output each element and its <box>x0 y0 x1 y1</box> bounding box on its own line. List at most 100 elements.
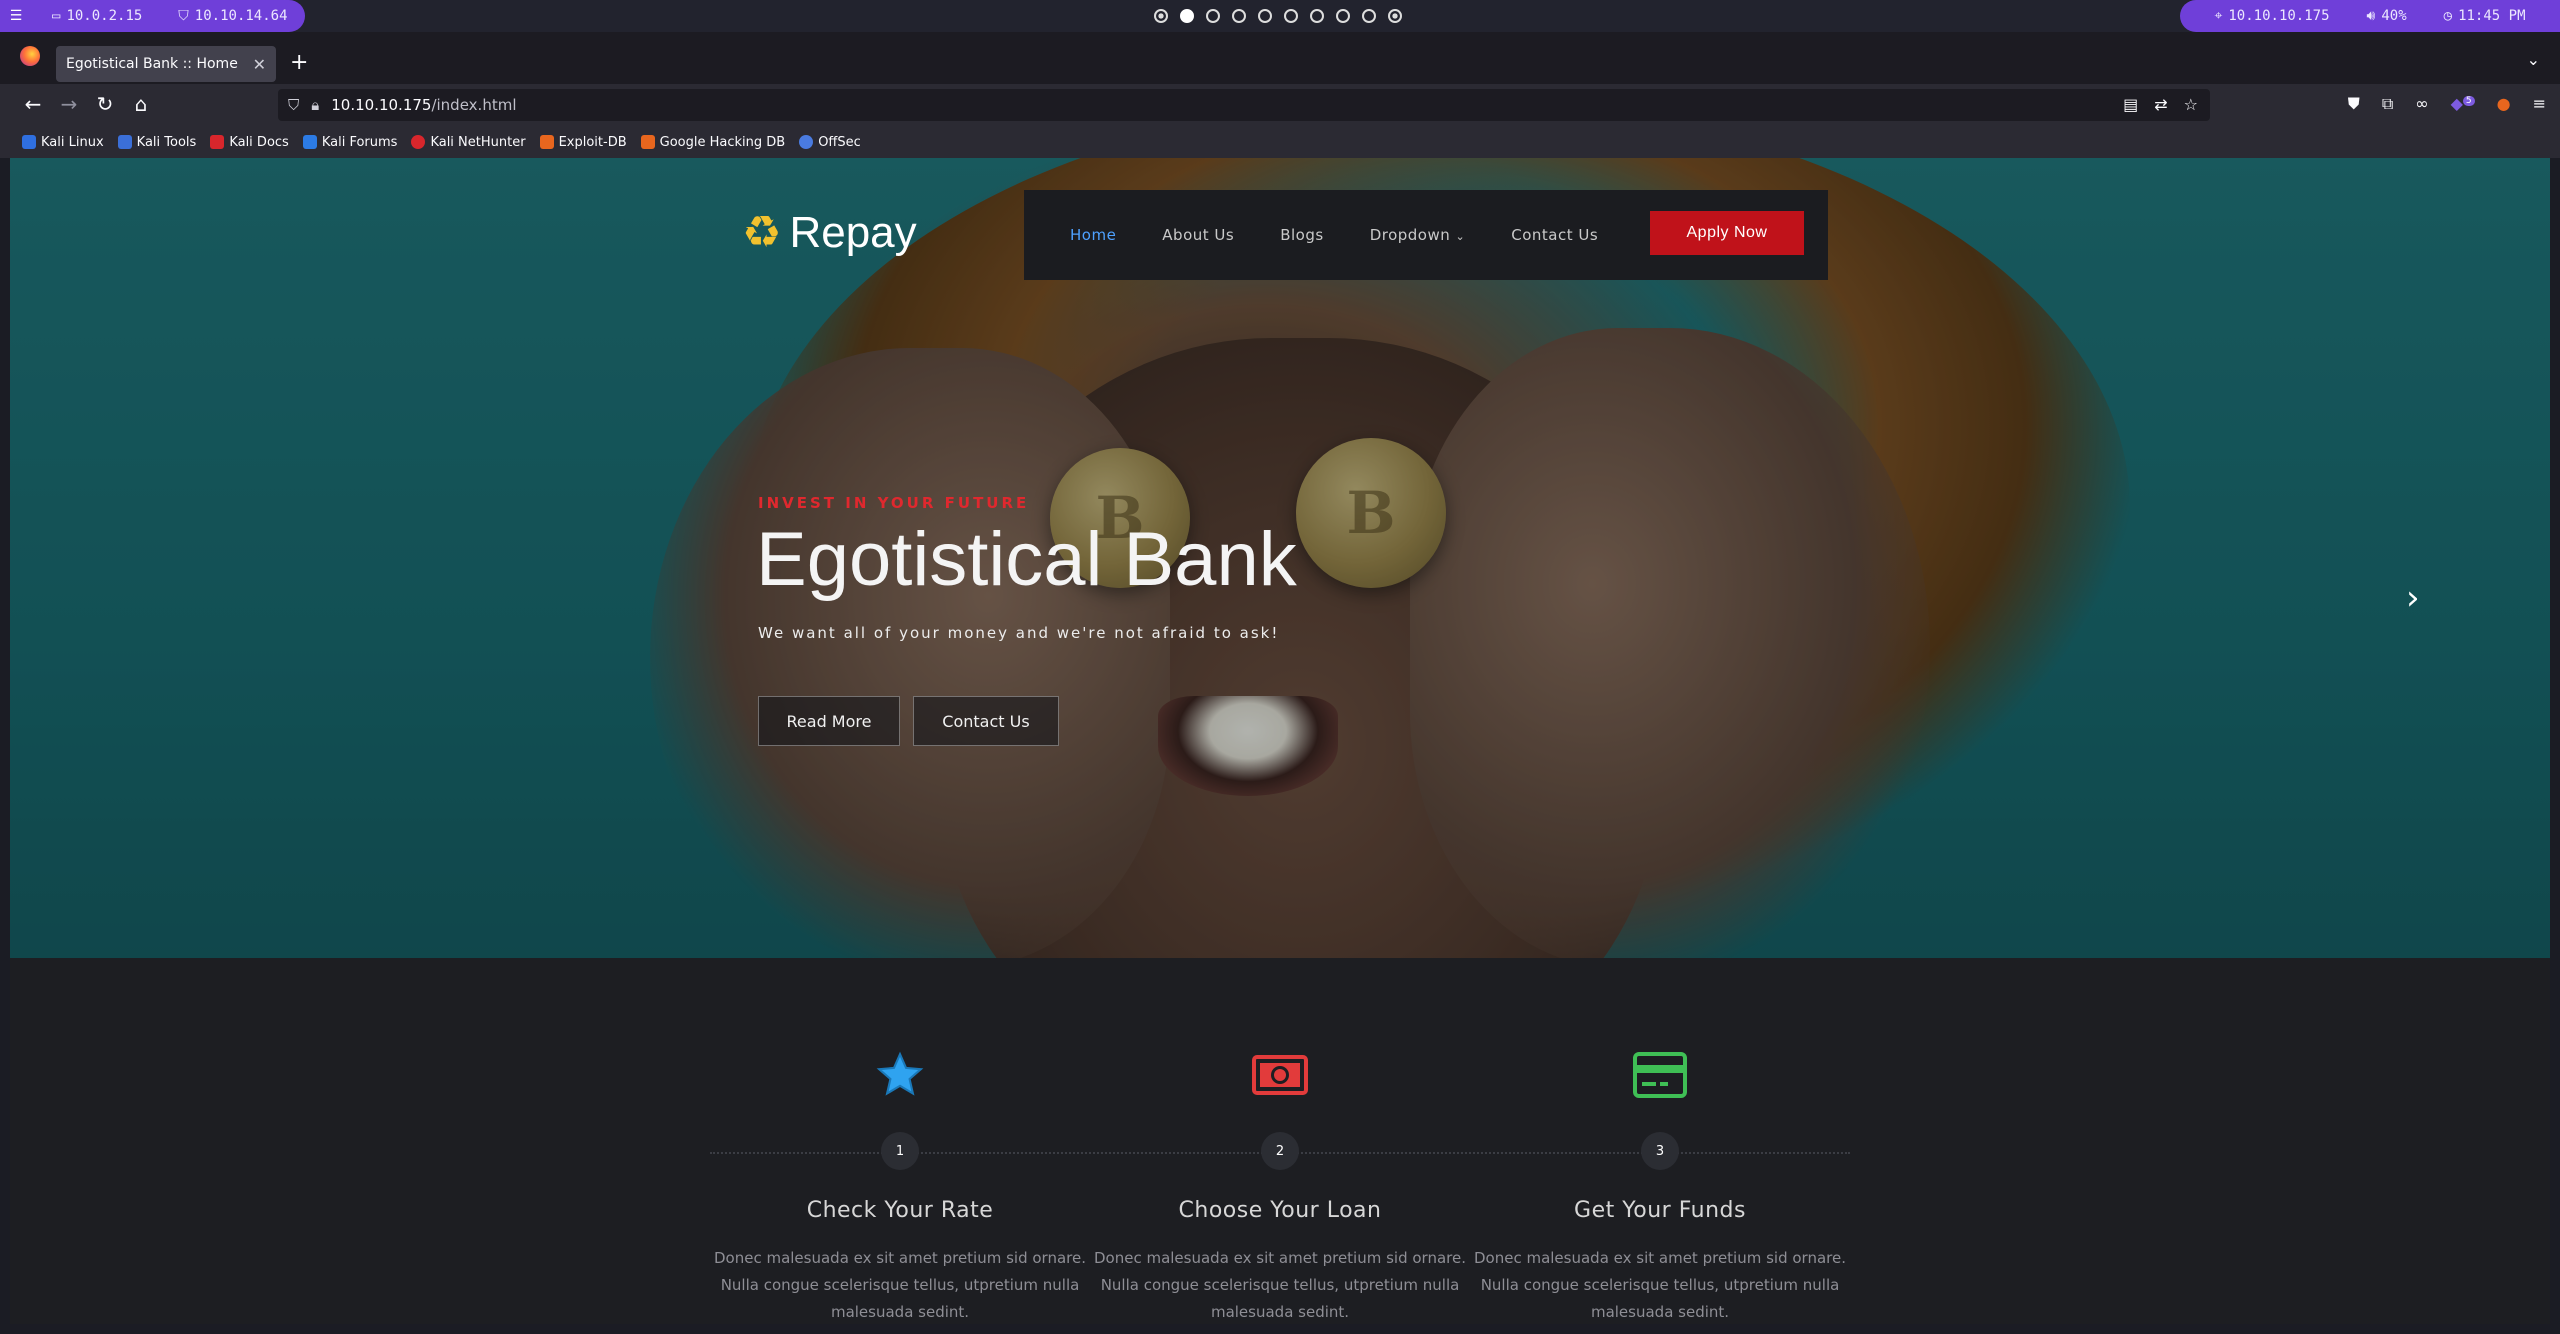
bookmark-kali-forums[interactable]: Kali Forums <box>302 135 397 150</box>
contact-us-button[interactable]: Contact Us <box>913 696 1059 746</box>
logo-text: Repay <box>789 208 917 257</box>
nav-about-us[interactable]: About Us <box>1162 226 1234 244</box>
workspace-3[interactable] <box>1206 9 1220 23</box>
workspace-switcher <box>1154 9 1402 23</box>
system-bar: ☰ ▭ 10.0.2.15 ⛉ 10.10.14.64 ⌖ 10.10.10.1… <box>0 0 2560 32</box>
extension-fox-icon[interactable]: ● <box>2497 94 2511 114</box>
step-title: Get Your Funds <box>1574 1198 1746 1223</box>
sys-clock: ◷ 11:45 PM <box>2443 8 2526 24</box>
nethunter-icon <box>411 135 426 149</box>
step-get-funds: 3 Get Your Funds Donec malesuada ex sit … <box>1470 1048 1850 1324</box>
bookmark-star-icon[interactable]: ☆ <box>2184 95 2198 114</box>
lock-icon[interactable]: 🔒︎ <box>311 96 319 114</box>
sys-ip-local: ▭ 10.0.2.15 <box>52 8 143 24</box>
bookmark-exploit-db[interactable]: Exploit-DB <box>539 135 627 150</box>
money-icon <box>1090 1048 1470 1102</box>
bookmark-google-hacking-db[interactable]: Google Hacking DB <box>640 135 785 150</box>
step-number: 1 <box>881 1132 919 1170</box>
offsec-icon <box>799 135 814 149</box>
sys-ip-vpn: ⛉ 10.10.14.64 <box>178 8 288 24</box>
main-nav: Home About Us Blogs Dropdown ⌄ Contact U… <box>1024 190 1828 280</box>
bookmarks-toolbar: Kali Linux Kali Tools Kali Docs Kali For… <box>0 126 2560 158</box>
apply-now-button[interactable]: Apply Now <box>1650 211 1804 255</box>
workspace-1[interactable] <box>1154 9 1168 23</box>
reload-icon[interactable]: ↻ <box>92 92 118 116</box>
exploit-db-icon <box>539 135 554 149</box>
url-host: 10.10.10.175 <box>331 96 432 114</box>
home-icon[interactable]: ⌂ <box>128 92 154 116</box>
bookmark-kali-linux[interactable]: Kali Linux <box>22 135 104 150</box>
star-icon <box>710 1048 1090 1102</box>
system-bar-right: ⌖ 10.10.10.175 🔊︎ 40% ◷ 11:45 PM <box>2180 0 2560 32</box>
translate-icon[interactable]: ⇄ <box>2154 95 2167 114</box>
target-icon: ⌖ <box>2214 8 2223 24</box>
workspace-6[interactable] <box>1284 9 1298 23</box>
site-logo[interactable]: ♻ Repay <box>742 208 917 258</box>
web-page: ♻ Repay Home About Us Blogs Dropdown ⌄ C… <box>10 158 2550 1324</box>
clock-icon: ◷ <box>2443 8 2453 24</box>
nav-home[interactable]: Home <box>1070 226 1116 244</box>
hamburger-menu-icon[interactable]: ≡ <box>2533 94 2546 114</box>
shield-icon: ⛉ <box>178 8 189 24</box>
sys-volume[interactable]: 🔊︎ 40% <box>2367 8 2407 24</box>
bookmark-kali-nethunter[interactable]: Kali NetHunter <box>411 135 526 150</box>
workspace-7[interactable] <box>1310 9 1324 23</box>
step-text: Donec malesuada ex sit amet pretium sid … <box>713 1249 1086 1321</box>
reader-view-icon[interactable]: ▤ <box>2123 95 2138 114</box>
step-number: 2 <box>1261 1132 1299 1170</box>
extensions-icon[interactable]: ⧉ <box>2382 94 2393 114</box>
kali-docs-icon <box>210 135 225 149</box>
workspace-5[interactable] <box>1258 9 1272 23</box>
step-check-rate: 1 Check Your Rate Donec malesuada ex sit… <box>710 1048 1090 1324</box>
tab-title: Egotistical Bank :: Home <box>66 56 238 72</box>
hero-section: ♻ Repay Home About Us Blogs Dropdown ⌄ C… <box>10 158 2550 958</box>
glasses-icon[interactable]: ∞ <box>2415 94 2428 114</box>
url-bar[interactable]: ⛉ 🔒︎ 10.10.10.175/index.html ▤ ⇄ ☆ <box>278 89 2210 121</box>
nav-blogs[interactable]: Blogs <box>1280 226 1323 244</box>
workspace-10[interactable] <box>1388 9 1402 23</box>
kali-forums-icon <box>302 135 317 149</box>
close-icon[interactable]: ✕ <box>253 55 266 74</box>
sys-target: ⌖ 10.10.10.175 <box>2214 8 2330 24</box>
steps-section: 1 Check Your Rate Donec malesuada ex sit… <box>10 958 2550 1324</box>
step-title: Check Your Rate <box>806 1198 994 1223</box>
pocket-icon[interactable]: ⛊ <box>2348 94 2360 114</box>
nav-dropdown[interactable]: Dropdown ⌄ <box>1370 226 1466 244</box>
chevron-down-icon[interactable]: ⌄ <box>2527 50 2540 69</box>
app-menu-icon[interactable]: ☰ <box>6 0 26 32</box>
ghdb-icon <box>640 135 655 149</box>
step-text: Donec malesuada ex sit amet pretium sid … <box>1093 1249 1466 1321</box>
nav-dropdown-label: Dropdown <box>1369 226 1451 244</box>
bookmark-kali-tools[interactable]: Kali Tools <box>117 135 196 150</box>
tab-active[interactable]: Egotistical Bank :: Home ✕ <box>56 46 276 82</box>
workspace-4[interactable] <box>1232 9 1246 23</box>
workspace-2[interactable] <box>1180 9 1194 23</box>
tracking-shield-icon[interactable]: ⛉ <box>288 96 299 114</box>
workspace-9[interactable] <box>1362 9 1376 23</box>
step-number: 3 <box>1641 1132 1679 1170</box>
nav-toolbar: ← → ↻ ⌂ ⛉ 🔒︎ 10.10.10.175/index.html ▤ ⇄… <box>0 84 2560 126</box>
bookmark-offsec[interactable]: OffSec <box>799 135 861 150</box>
bookmark-kali-docs[interactable]: Kali Docs <box>210 135 289 150</box>
step-title: Choose Your Loan <box>1178 1198 1382 1223</box>
extension-badge: 5 <box>2462 95 2475 106</box>
extension-purple-icon[interactable]: ◆ 5 <box>2451 94 2475 114</box>
credit-card-icon <box>1470 1048 1850 1102</box>
tab-bar: Egotistical Bank :: Home ✕ + ⌄ <box>0 32 2560 84</box>
forward-icon[interactable]: → <box>56 92 82 116</box>
step-choose-loan: 2 Choose Your Loan Donec malesuada ex si… <box>1090 1048 1470 1324</box>
read-more-button[interactable]: Read More <box>758 696 900 746</box>
workspace-8[interactable] <box>1336 9 1350 23</box>
nav-contact-us[interactable]: Contact Us <box>1511 226 1598 244</box>
new-tab-button[interactable]: + <box>290 50 308 75</box>
url-path: /index.html <box>431 96 517 114</box>
url-bar-actions: ▤ ⇄ ☆ <box>2123 95 2198 114</box>
toolbar-right: ⛊ ⧉ ∞ ◆ 5 ● ≡ <box>2348 94 2546 114</box>
hero-subtitle: We want all of your money and we're not … <box>758 624 1280 642</box>
volume-icon: 🔊︎ <box>2366 8 2376 24</box>
firefox-logo-icon <box>20 46 40 66</box>
back-icon[interactable]: ← <box>20 92 46 116</box>
hero-title: Egotistical Bank <box>756 517 1297 602</box>
hero-kicker: INVEST IN YOUR FUTURE <box>758 494 1030 512</box>
carousel-next-icon[interactable]: › <box>2406 578 2420 618</box>
